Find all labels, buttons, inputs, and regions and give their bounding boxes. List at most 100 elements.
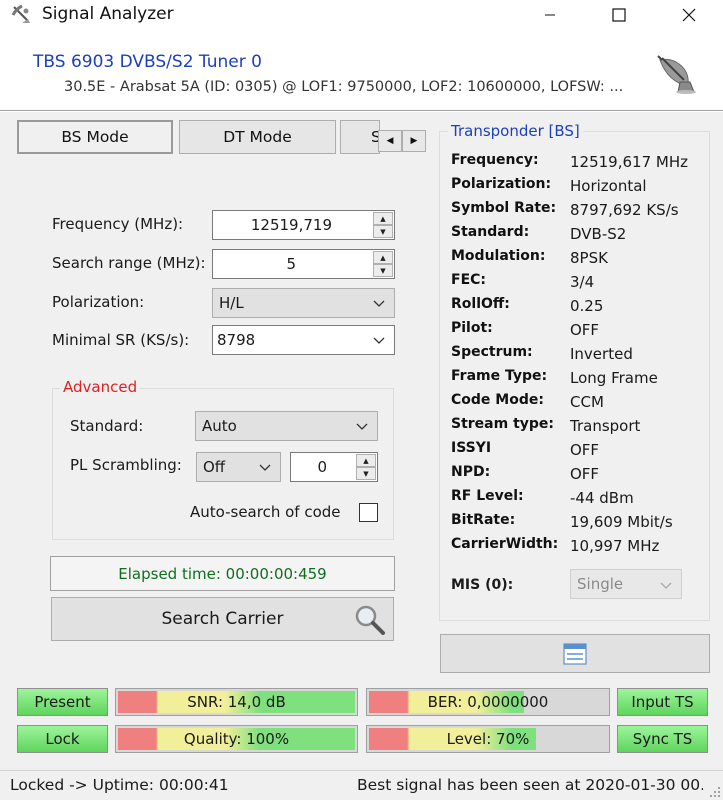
satellite-dish-icon (657, 55, 696, 94)
polarization-select[interactable]: H/L (212, 288, 395, 318)
spin-up-icon[interactable]: ▲ (356, 454, 376, 467)
transponder-key: RollOff: (451, 296, 510, 312)
auto-search-checkbox[interactable] (359, 503, 378, 522)
tab-label: DT Mode (223, 128, 292, 146)
transponder-value: DVB-S2 (570, 225, 627, 243)
auto-search-label: Auto-search of code (190, 503, 341, 521)
transponder-title: Transponder [BS] (448, 122, 583, 140)
present-label: Present (34, 693, 91, 711)
search-carrier-button[interactable]: Search Carrier (51, 597, 394, 641)
minimize-icon (545, 14, 555, 16)
mis-value: Single (577, 575, 624, 593)
close-icon (682, 8, 696, 22)
transponder-value: OFF (570, 441, 600, 459)
window-title: Signal Analyzer (42, 4, 174, 24)
frequency-input[interactable]: 12519,719 ▲ ▼ (212, 210, 395, 240)
present-indicator: Present (17, 688, 108, 716)
tuner-name: TBS 6903 DVBS/S2 Tuner 0 (33, 52, 262, 72)
search-icon (355, 605, 385, 635)
tab-scroll-right-button[interactable]: ▶ (402, 130, 426, 152)
arrow-left-icon: ◀ (386, 136, 394, 146)
list-window-icon (563, 642, 587, 665)
transponder-row: Spectrum: Inverted (451, 344, 711, 366)
spin-down-icon[interactable]: ▼ (356, 467, 376, 480)
transponder-row: Symbol Rate: 8797,692 KS/s (451, 200, 711, 222)
pl-code-input[interactable]: 0 ▲ ▼ (290, 452, 378, 482)
mis-select[interactable]: Single (570, 569, 682, 599)
chevron-down-icon (373, 300, 385, 307)
transponder-value: 8797,692 KS/s (570, 201, 679, 219)
transponder-key: Spectrum: (451, 344, 533, 360)
search-range-value: 5 (286, 255, 296, 273)
tab-scroll-left-button[interactable]: ◀ (378, 130, 402, 152)
pl-scrambling-value: Off (203, 458, 226, 476)
standard-label: Standard: (70, 417, 144, 435)
transponder-key: Modulation: (451, 248, 546, 264)
transponder-value: Horizontal (570, 177, 647, 195)
maximize-button[interactable] (596, 0, 642, 30)
elapsed-time: Elapsed time: 00:00:00:459 (50, 556, 395, 591)
mis-label: MIS (0): (451, 577, 514, 593)
transponder-value: 12519,617 MHz (570, 153, 688, 171)
quality-label: Quality: 100% (183, 730, 290, 748)
title-bar: Signal Analyzer (0, 0, 723, 30)
transponder-value: Long Frame (570, 369, 658, 387)
advanced-title: Advanced (60, 378, 141, 396)
transponder-key: Stream type: (451, 416, 555, 432)
polarization-label: Polarization: (52, 293, 145, 311)
standard-value: Auto (202, 417, 237, 435)
pl-scrambling-select[interactable]: Off (196, 452, 281, 482)
transponder-value: OFF (570, 321, 600, 339)
search-range-label: Search range (MHz): (52, 254, 206, 272)
spin-up-icon[interactable]: ▲ (373, 212, 393, 225)
arrow-right-icon: ▶ (410, 136, 418, 146)
transponder-value: 19,609 Mbit/s (570, 513, 673, 531)
transponder-key: Polarization: (451, 176, 552, 192)
quality-meter: Quality: 100% (115, 725, 358, 753)
ber-meter: BER: 0,0000000 (366, 688, 610, 716)
tab-dt-mode[interactable]: DT Mode (179, 120, 336, 154)
details-button[interactable] (440, 634, 710, 673)
spin-down-icon[interactable]: ▼ (373, 264, 393, 277)
minimize-button[interactable] (527, 0, 573, 30)
sync-ts-indicator: Sync TS (617, 725, 708, 753)
sync-ts-label: Sync TS (632, 730, 693, 748)
search-range-spinner[interactable]: ▲ ▼ (373, 251, 393, 277)
tab-label: BS Mode (61, 128, 129, 146)
transponder-row: CarrierWidth: 10,997 MHz (451, 536, 711, 558)
frequency-value: 12519,719 (250, 216, 332, 234)
spin-up-icon[interactable]: ▲ (373, 251, 393, 264)
tab-scroll: ◀ ▶ (378, 130, 426, 152)
status-best-signal: Best signal has been seen at 2020-01-30 … (357, 776, 703, 794)
tab-bs-mode[interactable]: BS Mode (17, 120, 173, 154)
close-button[interactable] (666, 0, 712, 30)
transponder-key: Frame Type: (451, 368, 548, 384)
spin-down-icon[interactable]: ▼ (373, 225, 393, 238)
standard-select[interactable]: Auto (195, 411, 378, 441)
transponder-key: FEC: (451, 272, 486, 288)
resize-grip-icon[interactable] (709, 786, 721, 798)
transponder-value: 10,997 MHz (570, 537, 660, 555)
minimal-sr-label: Minimal SR (KS/s): (52, 331, 190, 349)
tab-s-mode[interactable]: S (340, 120, 380, 154)
transponder-row: Frame Type: Long Frame (451, 368, 711, 390)
minimal-sr-select[interactable]: 8798 (212, 325, 395, 355)
transponder-row: ISSYI OFF (451, 440, 711, 462)
transponder-key: Pilot: (451, 320, 493, 336)
transponder-row: FEC: 3/4 (451, 272, 711, 294)
transponder-key: NPD: (451, 464, 491, 480)
chevron-down-icon (356, 423, 368, 430)
transponder-value: 8PSK (570, 249, 608, 267)
search-carrier-label: Search Carrier (161, 609, 284, 629)
transponder-row: RollOff: 0.25 (451, 296, 711, 318)
transponder-row: Code Mode: CCM (451, 392, 711, 414)
pl-code-spinner[interactable]: ▲ ▼ (356, 454, 376, 480)
pl-scrambling-label: PL Scrambling: (70, 456, 182, 474)
status-bar: Locked -> Uptime: 00:00:41 Best signal h… (0, 770, 723, 800)
transponder-row: Frequency: 12519,617 MHz (451, 152, 711, 174)
transponder-row: Polarization: Horizontal (451, 176, 711, 198)
satellite-info: 30.5E - Arabsat 5A (ID: 0305) @ LOF1: 97… (64, 79, 624, 95)
transponder-value: CCM (570, 393, 604, 411)
frequency-spinner[interactable]: ▲ ▼ (373, 212, 393, 238)
search-range-input[interactable]: 5 ▲ ▼ (212, 249, 395, 279)
